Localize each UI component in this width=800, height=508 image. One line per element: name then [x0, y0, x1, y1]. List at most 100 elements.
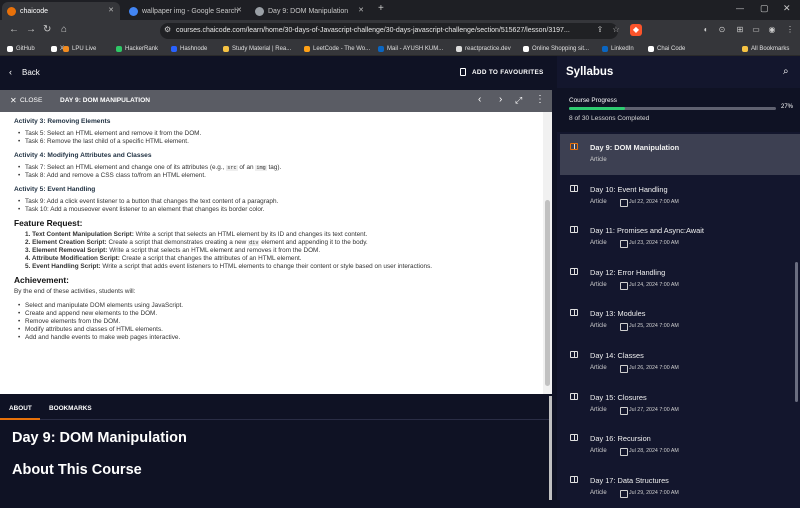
maximize-icon[interactable]: ▢: [760, 3, 769, 14]
about-subtitle: About This Course: [12, 462, 142, 478]
extensions-puzzle-icon[interactable]: ⊞: [734, 24, 746, 36]
more-options-icon[interactable]: ⋮: [535, 94, 545, 105]
list-item: Add and handle events to make web pages …: [14, 334, 538, 342]
list-item: Task 6: Remove the last child of a speci…: [14, 138, 538, 146]
close-window-icon[interactable]: ✕: [783, 3, 791, 14]
lesson-item-type: Article: [590, 365, 607, 371]
fullscreen-icon[interactable]: ⤢: [515, 95, 522, 106]
back-arrow-icon[interactable]: ←: [9, 24, 19, 35]
forward-arrow-icon[interactable]: →: [26, 24, 36, 35]
search-icon[interactable]: ⌕: [783, 66, 789, 77]
bookmark-item[interactable]: Chai Code: [647, 43, 685, 55]
list-item: Select and manipulate DOM elements using…: [14, 302, 538, 310]
close-tab-icon[interactable]: ✕: [108, 6, 114, 14]
google-favicon-icon: [129, 7, 138, 16]
browser-tab-strip: chaicode ✕ wallpaper img - Google Search…: [0, 0, 800, 20]
chevron-left-icon[interactable]: ‹: [9, 67, 12, 77]
new-tab-icon[interactable]: +: [378, 3, 384, 14]
lesson-item-date: Jul 26, 2024 7:00 AM: [620, 365, 679, 373]
sidebar-lesson-item[interactable]: Day 13: Modules Article Jul 25, 2024 7:00 …: [560, 300, 800, 342]
sidebar-scrollbar-thumb[interactable]: [795, 262, 798, 402]
next-lesson-icon[interactable]: ›: [499, 94, 502, 105]
sidebar-lesson-item[interactable]: Day 11: Promises and Async:Await Article J…: [560, 217, 800, 259]
sidebar-lesson-item[interactable]: Day 16: Recursion Article Jul 28, 2024 7:0…: [560, 425, 800, 467]
book-icon: [570, 184, 578, 192]
sidebar-lesson-item[interactable]: Day 14: Classes Article Jul 26, 2024 7:00 …: [560, 342, 800, 383]
home-icon[interactable]: ⌂: [61, 24, 67, 35]
lesson-header-bar: ✕ CLOSE DAY 9: DOM MANIPULATION ‹ › ⤢ ⋮: [0, 90, 552, 112]
book-icon: [570, 309, 578, 317]
sidebar-lesson-item[interactable]: Day 15: Closures Article Jul 27, 2024 7:00…: [560, 383, 800, 425]
previous-lesson-icon[interactable]: ‹: [478, 94, 481, 105]
list-item: Remove elements from the DOM.: [14, 318, 538, 326]
sidebar-lesson-item[interactable]: Day 17: Data Structures Article Jul 29, 20…: [560, 466, 800, 508]
lesson-top-bar: ‹ Back ADD TO FAVOURITES: [0, 56, 552, 90]
chaicode-favicon-icon: [7, 7, 16, 16]
lesson-item-title: Day 17: Data Structures: [590, 475, 669, 485]
lesson-item-type: Article: [590, 406, 607, 413]
address-bar[interactable]: courses.chaicode.com/learn/home/30-days-…: [160, 23, 618, 39]
book-icon: [570, 475, 578, 483]
browser-tab-chaicode[interactable]: chaicode ✕: [2, 2, 120, 20]
close-tab-icon[interactable]: ✕: [358, 6, 364, 14]
sidebar-lesson-item[interactable]: Day 9: DOM Manipulation Article: [560, 134, 800, 175]
list-item: Task 10: Add a mouseover event listener …: [14, 206, 538, 214]
lesson-item-date: Jul 25, 2024 7:00 AM: [620, 323, 679, 332]
scrollbar-thumb[interactable]: [545, 200, 550, 386]
lesson-item-title: Day 12: Error Handling: [590, 267, 666, 277]
bookmark-item[interactable]: Mail - AYUSH KUM...: [377, 43, 443, 55]
page-scrollbar[interactable]: [549, 396, 552, 500]
progress-percent: 27%: [781, 104, 794, 110]
progress-track: [569, 107, 776, 110]
close-tab-icon[interactable]: ✕: [236, 6, 242, 14]
bookmark-item[interactable]: GitHub: [6, 43, 35, 55]
bookmark-item[interactable]: HackerRank: [115, 43, 158, 55]
browser-tab-google[interactable]: wallpaper img - Google Search ✕: [124, 2, 248, 20]
lesson-item-type: Article: [590, 281, 607, 288]
lesson-item-title: Day 16: Recursion: [590, 434, 651, 444]
lesson-item-date: Jul 23, 2024 7:00 AM: [620, 240, 679, 249]
bookmark-item[interactable]: LPU Live: [62, 43, 96, 55]
globe-favicon-icon: [255, 7, 264, 16]
sidebar-lesson-item[interactable]: Day 10: Event Handling Article Jul 22, 202…: [560, 175, 800, 217]
back-button[interactable]: Back: [22, 68, 40, 77]
section-heading: Feature Request:: [14, 218, 83, 228]
extension-icon[interactable]: ⊙: [716, 24, 728, 36]
tab-about[interactable]: ABOUT: [9, 405, 32, 412]
activity-heading: Activity 3: Removing Elements: [14, 118, 111, 125]
bookmark-item[interactable]: Online Shopping sit...: [522, 43, 589, 55]
add-to-favourites-button[interactable]: ADD TO FAVOURITES: [472, 69, 544, 76]
bookmark-item[interactable]: reactpractice.dev: [455, 43, 511, 55]
bookmark-icon: [460, 68, 466, 76]
brave-shield-icon[interactable]: ◆: [630, 24, 642, 36]
bookmark-item[interactable]: Hashnode: [170, 43, 207, 55]
browser-tab-lesson[interactable]: Day 9: DOM Manipulation ✕: [250, 2, 370, 20]
about-tab-bar: ABOUT BOOKMARKS: [0, 396, 552, 420]
tab-bookmarks[interactable]: BOOKMARKS: [49, 405, 92, 412]
bookmark-star-icon[interactable]: ☆: [610, 24, 622, 36]
list-item: 1. Text Content Manipulation Script: Wri…: [25, 231, 368, 238]
extension-icon[interactable]: ◐: [700, 24, 712, 36]
share-icon[interactable]: ⇪: [594, 24, 606, 36]
close-lesson-button[interactable]: CLOSE: [20, 97, 42, 104]
list-item: 5. Event Handling Script: Write a script…: [25, 263, 433, 270]
minimize-icon[interactable]: —: [736, 4, 744, 13]
all-bookmarks-folder[interactable]: All Bookmarks: [741, 43, 789, 55]
close-icon[interactable]: ✕: [10, 96, 17, 105]
bookmark-item[interactable]: Study Material | Rea...: [222, 43, 291, 55]
site-info-icon[interactable]: ⚙: [164, 25, 171, 34]
reload-icon[interactable]: ↻: [43, 24, 51, 35]
lessons-completed: 8 of 30 Lessons Completed: [569, 115, 650, 122]
book-icon: [570, 267, 578, 275]
lesson-item-date: Jul 27, 2024 7:00 AM: [620, 406, 679, 415]
menu-dots-icon[interactable]: ⋮: [784, 24, 796, 36]
sidebar-lesson-item[interactable]: Day 12: Error Handling Article Jul 24, 202…: [560, 258, 800, 300]
sidebar-panel-icon[interactable]: ▭: [750, 24, 762, 36]
lesson-title: DAY 9: DOM MANIPULATION: [60, 97, 150, 104]
bookmark-item[interactable]: LeetCode - The Wo...: [303, 43, 370, 55]
bookmark-item[interactable]: LinkedIn: [601, 43, 634, 55]
paragraph: By the end of these activities, students…: [14, 288, 136, 295]
profile-icon[interactable]: ◉: [766, 24, 778, 36]
list-item: Task 8: Add and remove a CSS class to/fr…: [14, 172, 538, 180]
syllabus-title: Syllabus: [566, 66, 614, 78]
